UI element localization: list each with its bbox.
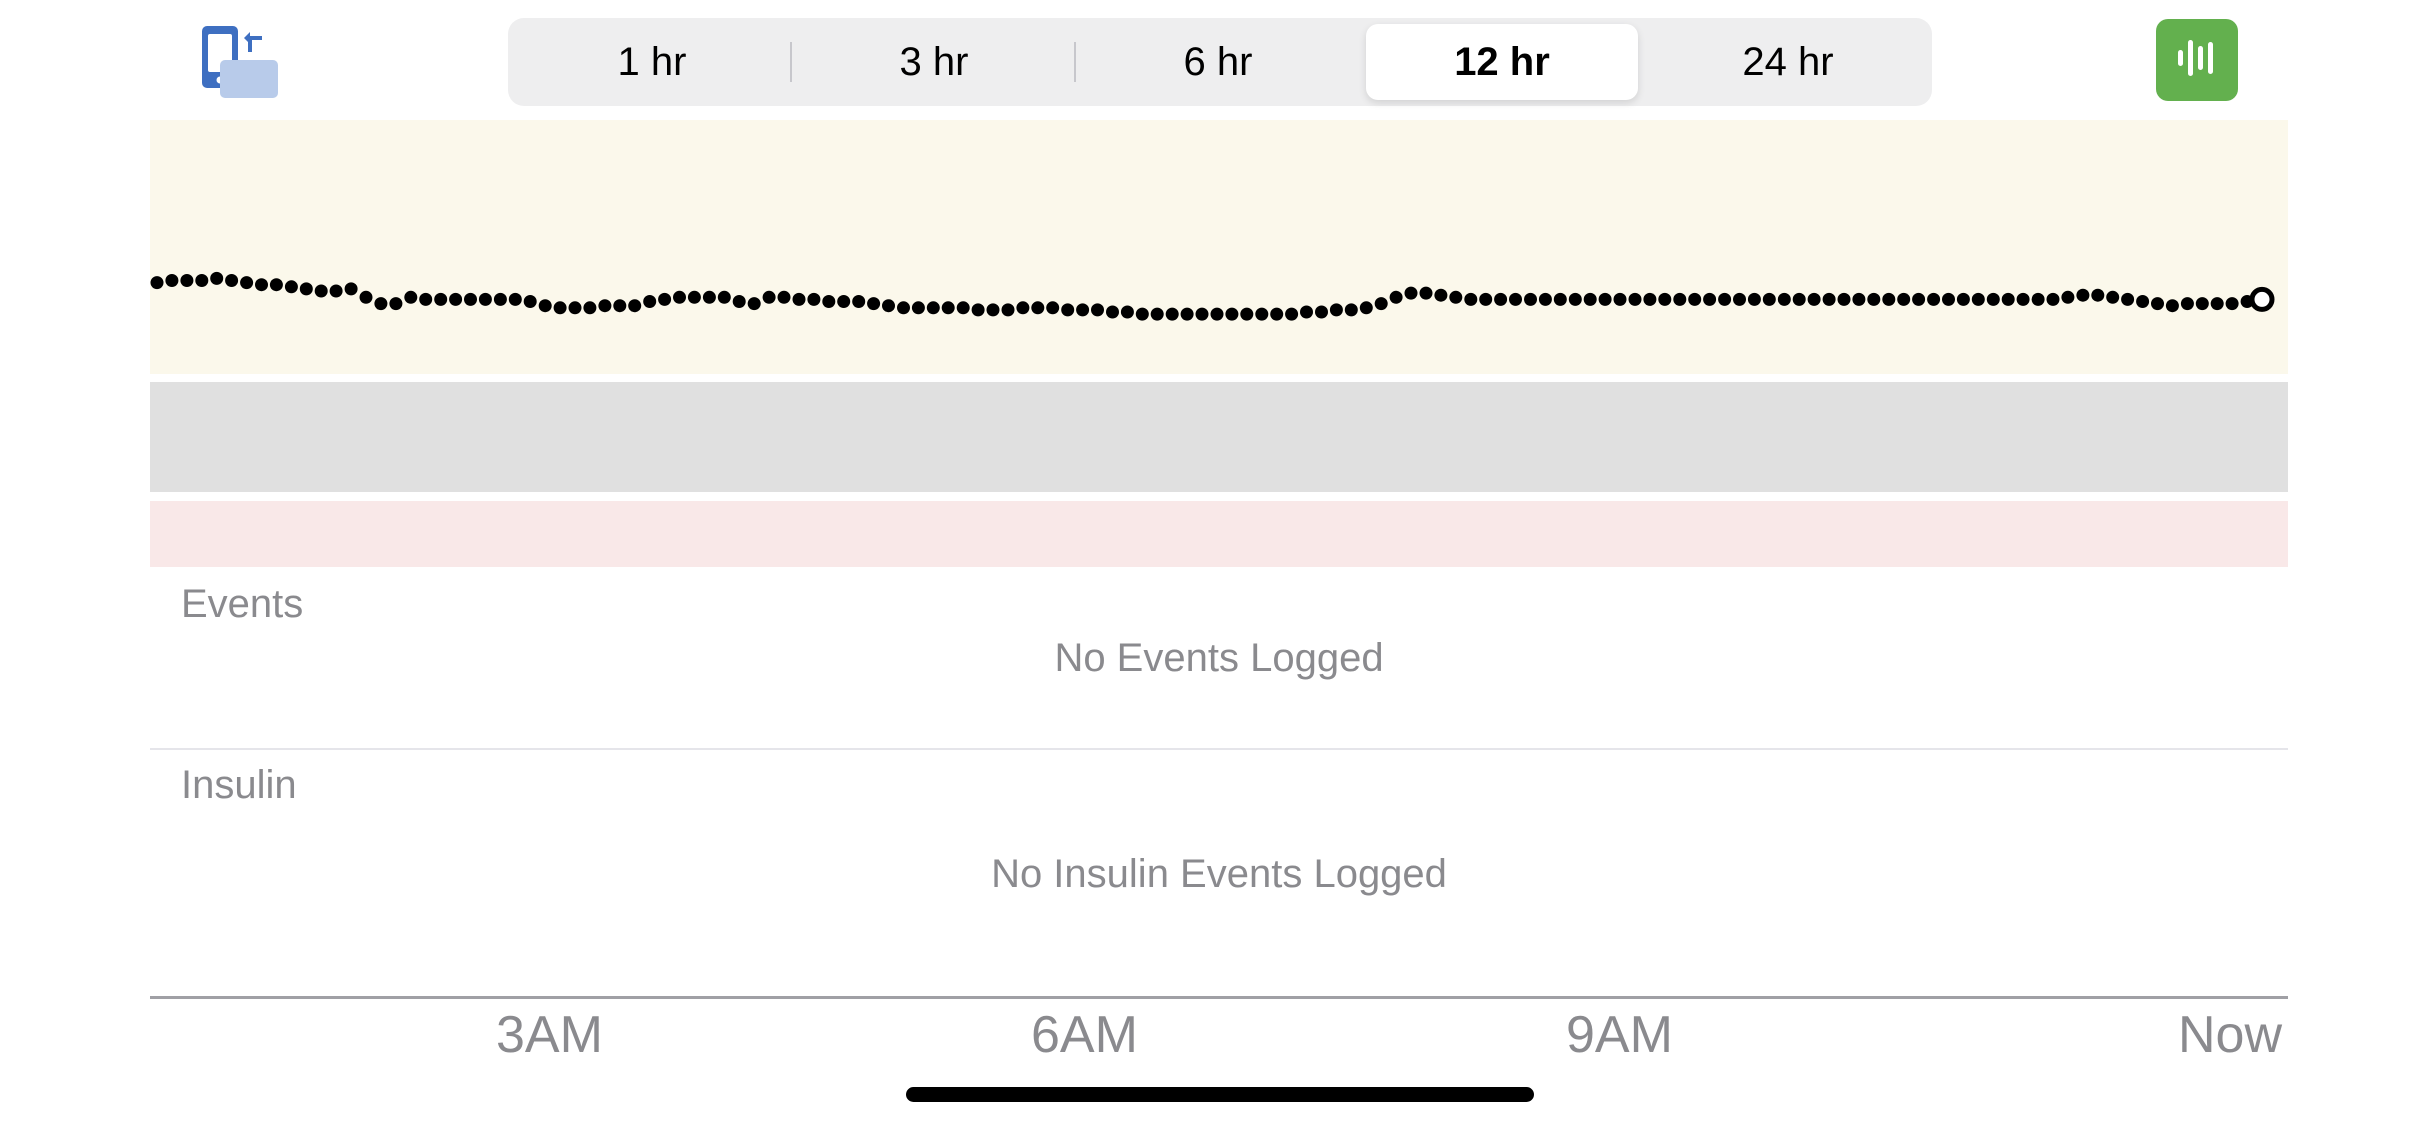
events-section-title: Events [181,582,304,626]
rotate-device-button[interactable] [202,24,286,100]
glucose-chart-screen: 1 hr 3 hr 6 hr 12 hr 24 hr Events No Eve… [0,0,2436,1125]
home-indicator [906,1087,1534,1102]
events-empty-message: No Events Logged [1054,636,1384,680]
x-tick-label: Now [2178,1006,2283,1064]
time-axis-line [150,996,2288,999]
low-range-band [150,501,2288,567]
audio-button[interactable] [2156,19,2238,101]
time-range-option-1hr[interactable]: 1 hr [516,24,788,100]
section-divider [150,748,2288,750]
audio-waveform-icon [2175,36,2219,85]
time-range-segmented-control: 1 hr 3 hr 6 hr 12 hr 24 hr [508,18,1932,106]
rotate-device-icon [202,26,286,104]
time-range-option-24hr[interactable]: 24 hr [1652,24,1924,100]
time-range-option-6hr[interactable]: 6 hr [1082,24,1354,100]
insulin-section-title: Insulin [181,763,297,807]
high-range-band [150,120,2288,374]
segment-divider [1074,42,1076,82]
x-tick-label: 3AM [496,1006,603,1064]
target-range-band [150,382,2288,492]
segment-divider [790,42,792,82]
time-range-option-12hr[interactable]: 12 hr [1366,24,1638,100]
insulin-empty-message: No Insulin Events Logged [991,852,1447,896]
time-range-option-3hr[interactable]: 3 hr [798,24,1070,100]
x-tick-label: 6AM [1031,1006,1138,1064]
x-tick-label: 9AM [1566,1006,1673,1064]
